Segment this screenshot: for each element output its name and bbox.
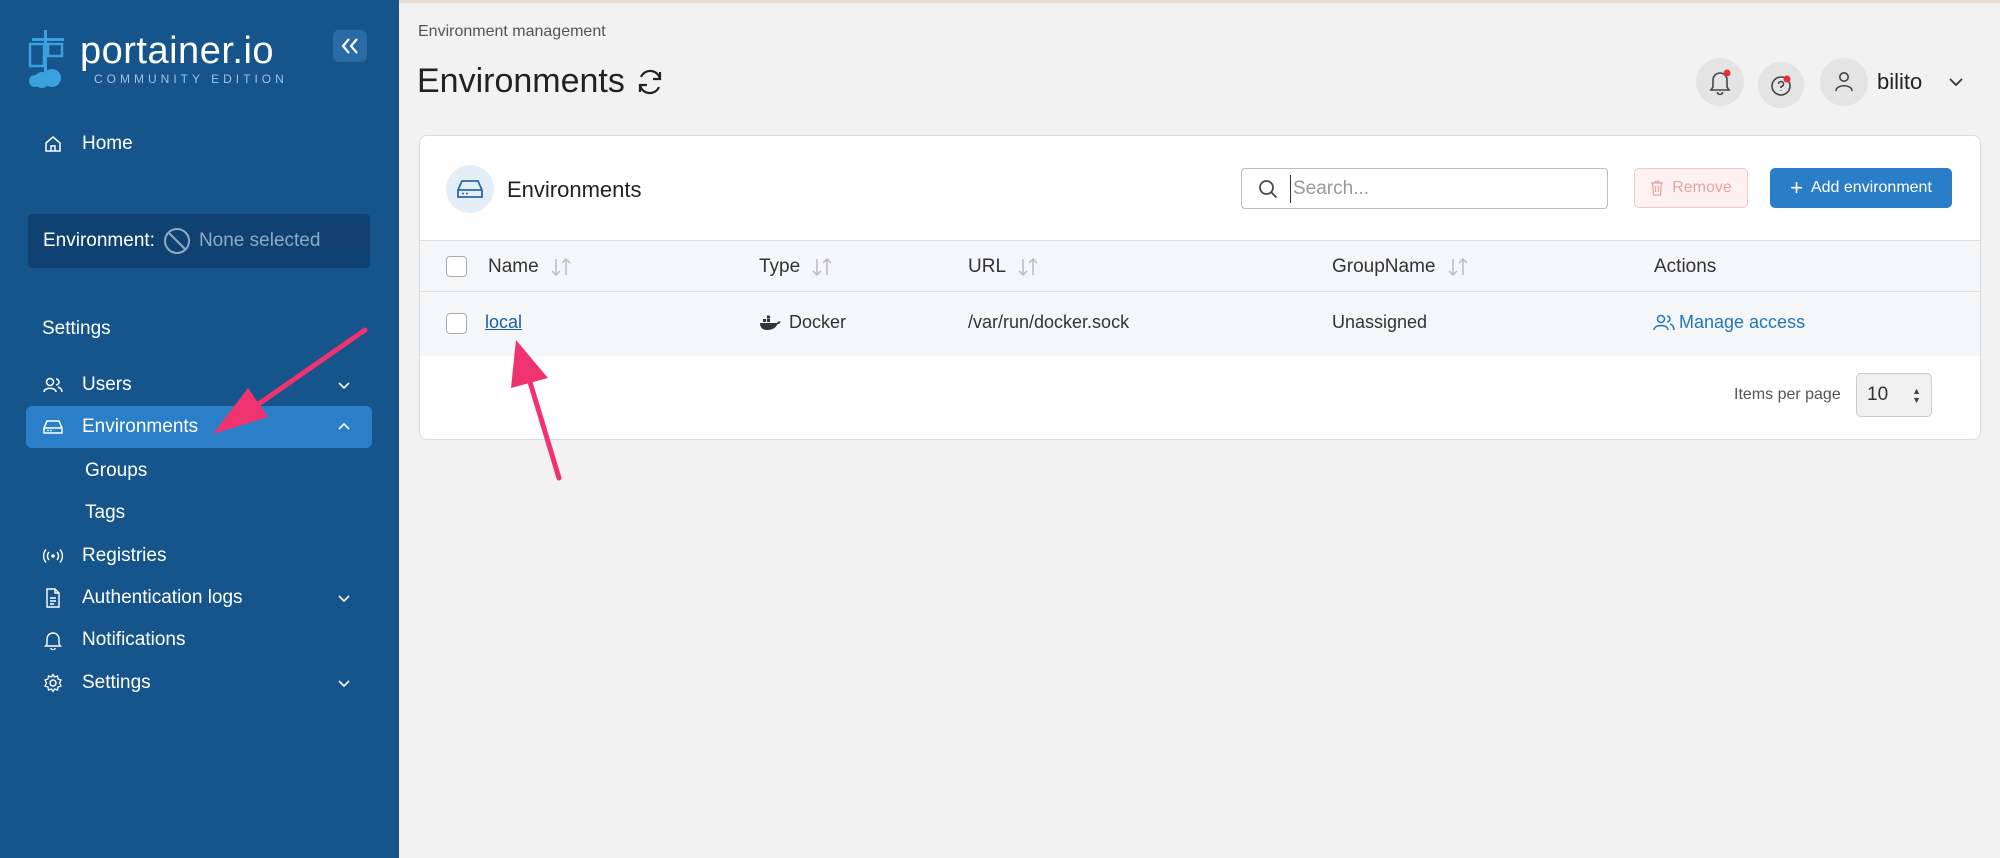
breadcrumb: Environment management <box>418 23 606 40</box>
sidebar-item-label: Registries <box>82 545 167 566</box>
items-per-page-label: Items per page <box>1734 386 1841 403</box>
table-header: Name Type URL GroupName Actions <box>420 240 1980 292</box>
sort-icon <box>1018 257 1038 277</box>
column-header-actions: Actions <box>1654 256 1717 277</box>
docker-icon <box>760 315 781 330</box>
environment-group: Unassigned <box>1332 312 1428 332</box>
sidebar-item-users[interactable]: Users <box>26 364 372 406</box>
trash-icon <box>1651 180 1664 196</box>
row-checkbox[interactable] <box>446 313 467 334</box>
page-title: Environments <box>417 62 665 101</box>
sidebar-item-settings[interactable]: Settings <box>26 662 372 704</box>
user-menu-chevron-icon[interactable] <box>1946 72 1966 92</box>
sidebar-item-notifications[interactable]: Notifications <box>26 619 372 661</box>
column-header-groupname[interactable]: GroupName <box>1332 256 1470 278</box>
column-header-url[interactable]: URL <box>968 256 1040 278</box>
select-all-checkbox[interactable] <box>446 256 467 277</box>
add-environment-label: Add environment <box>1810 179 1932 196</box>
users-icon <box>1653 314 1675 330</box>
home-icon <box>42 133 64 155</box>
help-icon <box>1771 75 1791 96</box>
select-arrows-icon: ▲ ▼ <box>1912 386 1921 405</box>
gear-icon <box>42 672 64 694</box>
user-avatar[interactable] <box>1820 58 1868 106</box>
search-input[interactable] <box>1290 175 1590 203</box>
settings-section-title: Settings <box>42 318 111 339</box>
double-chevron-left-icon <box>341 38 358 54</box>
sidebar-item-label: Environments <box>82 416 199 437</box>
sidebar-item-authentication-logs[interactable]: Authentication logs <box>26 577 372 619</box>
registries-icon <box>42 545 64 567</box>
column-header-name[interactable]: Name <box>488 256 573 278</box>
environments-panel: Environments Remove + Add environment Na… <box>419 135 1981 440</box>
sidebar-item-label: Notifications <box>82 629 186 650</box>
environment-value: None selected <box>198 230 321 251</box>
plus-icon: + <box>1790 175 1803 200</box>
sort-icon <box>551 257 571 277</box>
sidebar-item-label: Users <box>82 374 132 395</box>
remove-button-label: Remove <box>1672 179 1732 196</box>
brand-edition: COMMUNITY EDITION <box>94 72 288 86</box>
sidebar-item-environments[interactable]: Environments <box>26 406 372 448</box>
portainer-logo-icon <box>28 30 64 88</box>
help-button[interactable] <box>1758 62 1804 108</box>
notifications-button[interactable] <box>1696 58 1744 106</box>
table-row: local Docker /var/run/docker.sock Unassi… <box>420 292 1980 356</box>
search-box[interactable] <box>1241 168 1608 209</box>
environments-icon <box>42 416 64 438</box>
sidebar-item-home[interactable]: Home <box>26 123 372 165</box>
environment-name-link[interactable]: local <box>485 312 522 333</box>
chevron-down-icon <box>338 680 350 688</box>
sort-icon <box>1447 257 1468 277</box>
environment-url: /var/run/docker.sock <box>968 312 1130 332</box>
collapse-sidebar-button[interactable] <box>333 30 367 62</box>
sort-icon <box>812 257 832 277</box>
sidebar-item-label: Settings <box>82 672 151 693</box>
chevron-down-icon <box>338 382 350 390</box>
bell-icon <box>42 629 64 651</box>
user-name[interactable]: bilito <box>1877 69 1922 95</box>
sidebar-item-registries[interactable]: Registries <box>26 535 372 577</box>
file-icon <box>42 587 64 609</box>
remove-button[interactable]: Remove <box>1634 168 1748 208</box>
ban-icon <box>163 228 190 254</box>
environment-type: Docker <box>759 312 846 333</box>
chevron-down-icon <box>338 595 350 603</box>
environment-selector[interactable]: Environment: None selected <box>28 214 370 268</box>
chevron-up-icon <box>338 422 350 430</box>
sidebar-item-label: Home <box>82 133 133 154</box>
environments-icon <box>457 180 483 198</box>
page-title-text: Environments <box>417 62 625 100</box>
portainer-logo[interactable]: portainer.io COMMUNITY EDITION <box>26 28 288 90</box>
sidebar-subitem-tags[interactable]: Tags <box>85 502 125 524</box>
top-strip <box>399 0 2000 3</box>
add-environment-button[interactable]: + Add environment <box>1770 168 1952 208</box>
brand-name: portainer.io <box>80 30 275 72</box>
items-per-page-select[interactable]: 10 ▲ ▼ <box>1856 373 1932 417</box>
sidebar-item-label: Authentication logs <box>82 587 243 608</box>
environments-panel-icon <box>446 165 494 213</box>
user-icon <box>1835 72 1853 92</box>
column-header-type[interactable]: Type <box>759 256 834 278</box>
panel-title: Environments <box>507 177 642 202</box>
manage-access-link[interactable]: Manage access <box>1653 312 1805 333</box>
bell-icon <box>1709 69 1731 95</box>
users-icon <box>42 374 64 396</box>
environment-label: Environment: <box>43 230 155 251</box>
sidebar: portainer.io COMMUNITY EDITION Home Envi… <box>0 0 399 858</box>
sidebar-subitem-groups[interactable]: Groups <box>85 460 147 482</box>
search-icon <box>1259 180 1278 199</box>
refresh-icon[interactable] <box>635 67 665 97</box>
